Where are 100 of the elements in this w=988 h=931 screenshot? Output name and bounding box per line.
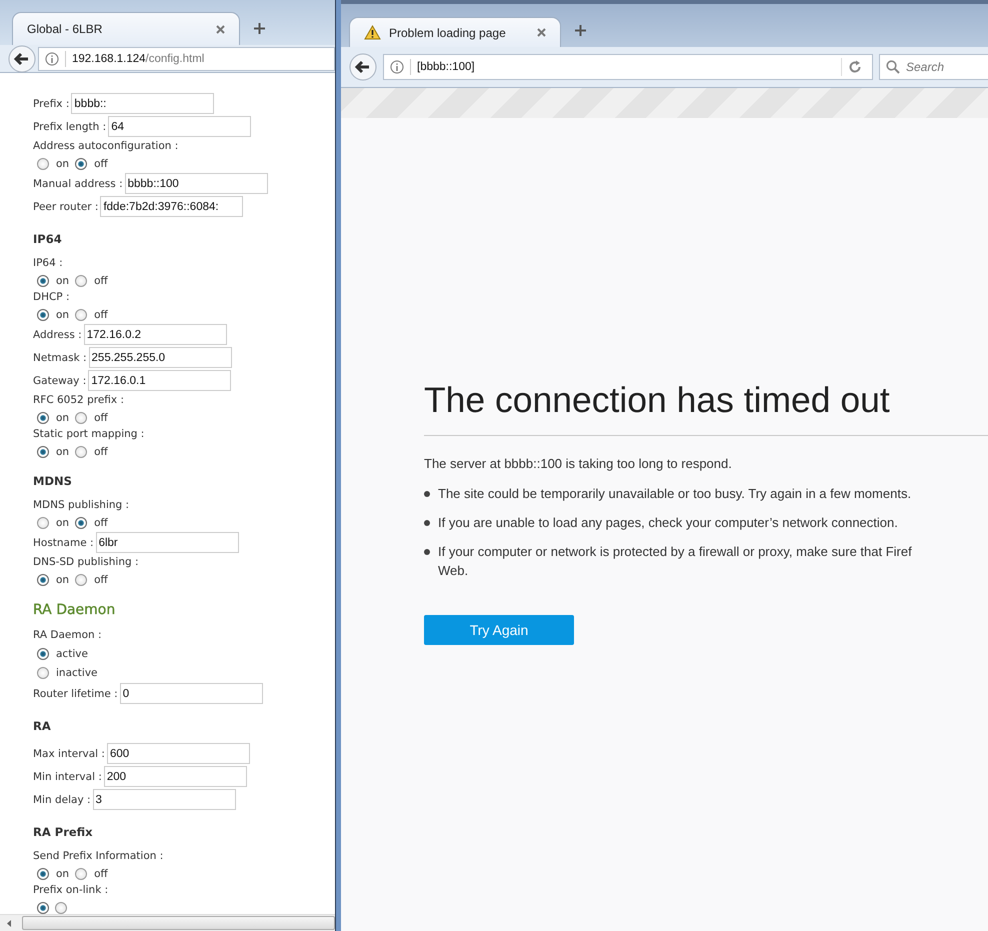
browser-tab[interactable]: Global - 6LBR [12, 12, 240, 45]
input-field[interactable]: 0 [120, 683, 263, 704]
field-label: RFC 6052 prefix : [33, 393, 125, 408]
radio-button[interactable] [37, 446, 49, 458]
info-icon[interactable] [390, 60, 404, 74]
radio-label[interactable]: off [94, 446, 108, 458]
radio-button[interactable] [75, 868, 88, 880]
radio-label[interactable]: off [94, 868, 108, 880]
radio-button[interactable] [75, 308, 88, 320]
new-tab-icon[interactable] [575, 25, 586, 36]
browser-tab[interactable]: Problem loading page [349, 17, 561, 47]
field-label: Min delay : [33, 794, 91, 806]
bullet-icon [424, 520, 430, 526]
radio-label[interactable]: on [56, 274, 70, 286]
field-label: Gateway : [33, 374, 86, 386]
input-field[interactable]: 255.255.255.0 [88, 347, 232, 368]
section-heading: RA [33, 719, 52, 733]
radio-button[interactable] [37, 868, 49, 880]
radio-button[interactable] [75, 446, 88, 458]
field-label: Hostname : [33, 536, 94, 548]
radio-button[interactable] [75, 412, 88, 424]
warning-icon [364, 25, 381, 40]
radio-label[interactable]: on [56, 446, 70, 458]
bullet-icon [424, 491, 430, 497]
radio-label[interactable]: off [94, 516, 108, 528]
field-label: Prefix : [33, 98, 70, 110]
field-label: Address autoconfiguration : [33, 139, 180, 154]
input-field[interactable]: bbbb::100 [124, 173, 268, 194]
radio-label[interactable]: off [94, 574, 108, 586]
field-label: Netmask : [33, 352, 87, 364]
radio-button[interactable] [37, 274, 49, 286]
field-label: Peer router : [33, 200, 98, 212]
radio-button[interactable] [37, 308, 49, 320]
input-field[interactable]: fdde:7b2d:3976::6084: [100, 196, 244, 217]
radio-label[interactable]: on [56, 574, 70, 586]
radio-button[interactable] [75, 574, 88, 586]
back-button[interactable] [8, 44, 36, 72]
radio-label[interactable]: on [56, 516, 70, 528]
input-field[interactable]: 172.16.0.1 [88, 370, 232, 391]
radio-button[interactable] [37, 516, 49, 528]
close-icon[interactable] [216, 24, 225, 34]
input-field[interactable]: bbbb:: [71, 93, 214, 114]
back-button[interactable] [349, 53, 377, 81]
radio-button[interactable] [37, 666, 49, 678]
radio-label[interactable]: inactive [56, 666, 98, 678]
bullet-icon [424, 549, 430, 555]
address-bar[interactable]: 192.168.1.124/config.html [38, 46, 335, 70]
error-title: The connection has timed out [424, 380, 891, 421]
close-icon[interactable] [537, 28, 546, 37]
radio-button[interactable] [37, 902, 49, 914]
radio-label[interactable]: on [56, 412, 70, 424]
radio-label[interactable]: on [56, 158, 70, 170]
search-field[interactable]: Search [879, 54, 988, 80]
input-field[interactable]: 64 [108, 116, 252, 137]
scroll-left-icon[interactable] [6, 920, 12, 926]
field-label: Prefix length : [33, 120, 106, 132]
input-field[interactable]: 3 [92, 789, 236, 810]
reload-icon[interactable] [848, 60, 862, 74]
info-icon[interactable] [45, 52, 59, 66]
new-tab-icon[interactable] [254, 23, 265, 34]
horizontal-scrollbar[interactable] [0, 914, 335, 931]
field-label: MDNS publishing : [33, 498, 130, 513]
radio-button[interactable] [37, 158, 49, 170]
input-field[interactable]: 600 [106, 743, 250, 764]
radio-button[interactable] [75, 516, 88, 528]
field-label: Prefix on-link : [33, 883, 110, 898]
field-label: DHCP : [33, 290, 71, 305]
radio-label[interactable]: active [56, 648, 88, 660]
field-label: RA Daemon : [33, 628, 103, 643]
url-text: [bbbb::100] [417, 61, 476, 73]
address-bar[interactable]: [bbbb::100] [383, 54, 873, 80]
radio-label[interactable]: off [94, 412, 108, 424]
section-heading: RA Prefix [33, 825, 94, 839]
list-item-text: The site could be temporarily unavailable or too busy. Try again in a few moments. [438, 485, 912, 503]
field-label: DNS-SD publishing : [33, 555, 140, 570]
list-item-text: If you are unable to load any pages, check your computer’s network connection. [438, 514, 898, 532]
radio-button[interactable] [55, 902, 67, 914]
radio-button[interactable] [37, 648, 49, 660]
radio-label[interactable]: on [56, 308, 70, 320]
field-label: Max interval : [33, 748, 105, 760]
field-label: Router lifetime : [33, 688, 118, 700]
radio-label[interactable]: off [94, 274, 108, 286]
radio-button[interactable] [37, 574, 49, 586]
radio-label[interactable]: on [56, 868, 70, 880]
radio-label[interactable]: off [94, 158, 108, 170]
list-item-text: If your computer or network is protected by a firewall or proxy, make sure that Firef Web. [438, 543, 912, 580]
url-text: 192.168.1.124/config.html [72, 52, 206, 64]
error-message: The server at bbbb::100 is taking too long to respond. [424, 456, 733, 471]
field-label: Send Prefix Information : [33, 849, 164, 864]
radio-button[interactable] [75, 158, 88, 170]
section-heading: IP64 [33, 232, 63, 246]
radio-label[interactable]: off [94, 308, 108, 320]
radio-button[interactable] [37, 412, 49, 424]
radio-button[interactable] [75, 274, 88, 286]
field-label: Address : [33, 328, 82, 340]
input-field[interactable]: 6lbr [96, 532, 239, 553]
field-label: Min interval : [33, 770, 102, 782]
input-field[interactable]: 200 [104, 766, 247, 787]
input-field[interactable]: 172.16.0.2 [84, 324, 227, 345]
field-label: Static port mapping : [33, 427, 146, 442]
